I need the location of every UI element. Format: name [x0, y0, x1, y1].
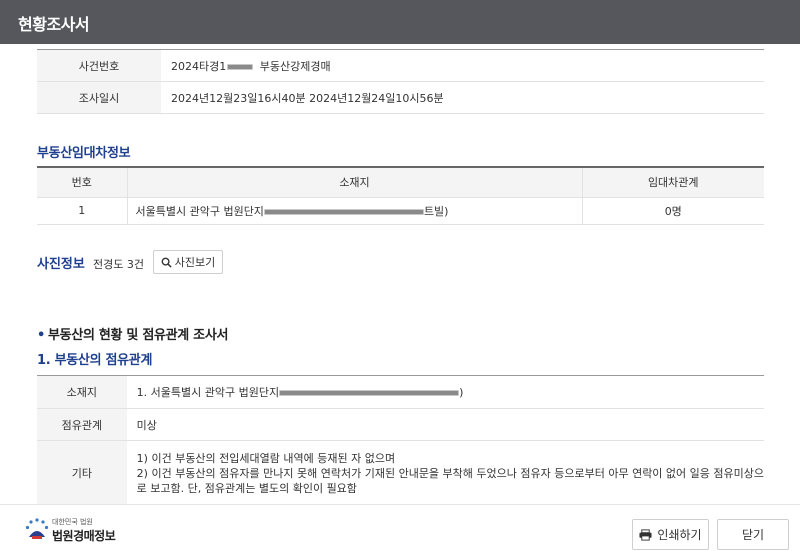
lease-address-suffix: 트빌) — [423, 204, 449, 218]
survey-date-label: 조사일시 — [37, 81, 161, 114]
redaction-mask — [227, 63, 254, 70]
other-notes-label: 기타 — [37, 440, 127, 504]
case-number-row: 사건번호 2024타경1 부동산강제경매 — [37, 49, 764, 82]
other-notes-value: 1) 이건 부동산의 전입세대열람 내역에 등재된 자 없으며 2) 이건 부동… — [127, 441, 764, 505]
occupancy-subtitle: 1. 부동산의 점유관계 — [37, 353, 153, 368]
note-line: 1) 이건 부동산의 전입세대열람 내역에 등재된 자 없으며 — [136, 452, 396, 465]
lease-table: 번호 소재지 임대차관계 1 서울특별시 관악구 법원단지 트빌) 0명 — [37, 166, 764, 225]
search-icon — [161, 257, 172, 268]
lease-address-prefix: 서울특별시 관악구 법원단지 — [135, 204, 264, 218]
court-auction-logo: 대한민국 법원 법원경매정보 — [24, 517, 144, 543]
lease-relation: 0명 — [581, 197, 764, 224]
photo-count: 전경도 3건 — [93, 258, 144, 271]
lease-header-row: 번호 소재지 임대차관계 — [37, 167, 764, 197]
table-row: 1 서울특별시 관악구 법원단지 트빌) 0명 — [37, 197, 764, 224]
print-button-label: 인쇄하기 — [657, 528, 702, 542]
report-title-text: 부동산의 현황 및 점유관계 조사서 — [48, 328, 229, 343]
col-header-address: 소재지 — [126, 167, 582, 197]
close-button[interactable]: 닫기 — [717, 519, 789, 550]
logo-main-text: 법원경매정보 — [52, 529, 116, 543]
window-title-bar: 현황조사서 — [0, 0, 800, 44]
survey-date-row: 조사일시 2024년12월23일16시40분 2024년12월24일10시56분 — [37, 81, 764, 114]
occupancy-table: 소재지 1. 서울특별시 관악구 법원단지) 점유관계 미상 기타 1) 이건 … — [37, 375, 764, 504]
court-emblem-icon — [25, 518, 49, 539]
occupancy-status-value: 미상 — [136, 418, 157, 432]
occupancy-address-prefix: 1. 서울특별시 관악구 법원단지 — [136, 386, 280, 399]
other-notes-row: 기타 1) 이건 부동산의 전입세대열람 내역에 등재된 자 없으며 2) 이건… — [37, 440, 764, 505]
lease-no: 1 — [78, 204, 86, 217]
occupancy-status-label: 점유관계 — [37, 408, 127, 441]
report-title: • 부동산의 현황 및 점유관계 조사서 — [37, 324, 228, 343]
print-button[interactable]: 인쇄하기 — [632, 519, 709, 550]
logo-small-text: 대한민국 법원 — [52, 518, 93, 526]
bullet-icon: • — [37, 328, 46, 343]
occupancy-address-row: 소재지 1. 서울특별시 관악구 법원단지) — [37, 375, 764, 409]
view-photos-button[interactable]: 사진보기 — [153, 250, 223, 274]
lease-address: 서울특별시 관악구 법원단지 트빌) — [126, 197, 582, 224]
note-line: 로 보고함. 단, 점유관계는 별도의 확인이 필요함 — [136, 482, 357, 495]
case-number-prefix: 2024타경1 — [171, 59, 227, 73]
case-number-label: 사건번호 — [37, 49, 161, 82]
case-info-table: 사건번호 2024타경1 부동산강제경매 조사일시 2024년12월23일16시… — [37, 49, 764, 114]
note-line: 2) 이건 부동산의 점유자를 만나지 못해 연락처가 기재된 안내문을 부착해… — [136, 467, 764, 480]
redaction-mask — [263, 208, 424, 215]
footer-bar: 대한민국 법원 법원경매정보 인쇄하기 닫기 — [0, 504, 800, 551]
occupancy-status-row: 점유관계 미상 — [37, 408, 764, 441]
survey-date-value: 2024년12월23일16시40분 2024년12월24일10시56분 — [171, 91, 444, 105]
window-title: 현황조사서 — [18, 15, 90, 34]
occupancy-address-label: 소재지 — [37, 375, 127, 409]
col-header-no: 번호 — [37, 167, 127, 197]
col-header-relation: 임대차관계 — [581, 167, 764, 197]
close-button-label: 닫기 — [741, 528, 765, 542]
printer-icon — [639, 528, 652, 541]
photo-info: 사진정보 전경도 3건 사진보기 — [37, 250, 337, 274]
lease-section-title: 부동산임대차정보 — [37, 146, 131, 161]
photo-label: 사진정보 — [37, 257, 85, 272]
redaction-mask — [279, 390, 460, 396]
occupancy-address-suffix: ) — [459, 386, 464, 399]
occupancy-address-value: 1. 서울특별시 관악구 법원단지) — [127, 376, 764, 409]
case-number-value: 2024타경1 부동산강제경매 — [161, 50, 764, 82]
view-photos-label: 사진보기 — [174, 256, 216, 269]
report-content[interactable]: 사건번호 2024타경1 부동산강제경매 조사일시 2024년12월23일16시… — [0, 44, 800, 504]
case-type: 부동산강제경매 — [259, 59, 331, 73]
